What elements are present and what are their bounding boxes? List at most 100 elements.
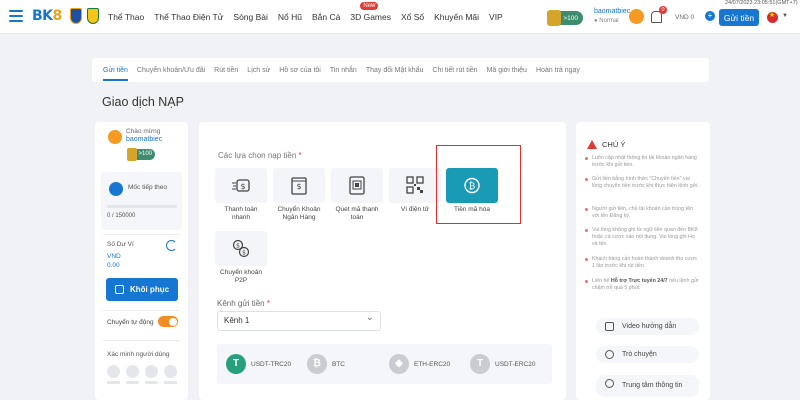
divider xyxy=(103,310,180,311)
method-label: Quét mã thanh toán xyxy=(335,206,379,221)
avatar[interactable] xyxy=(629,9,644,24)
milestone-label: Mốc tiếp theo xyxy=(128,184,168,191)
top-header: BK8 Thể Thao Thể Thao Điện Tử Sòng Bài N… xyxy=(0,0,800,34)
coin-options: T USDT-TRC20 ₿ BTC ◆ ETH-ERC20 T USDT-ERC20 xyxy=(217,344,552,384)
verify-caption xyxy=(164,381,177,384)
tab-profile[interactable]: Hồ sơ của tôi xyxy=(279,67,321,74)
info-center-button[interactable]: Trung tâm thông tin xyxy=(596,375,699,397)
tab-transfer[interactable]: Chuyển khoản/Ưu đãi xyxy=(137,67,205,74)
milestone-value: 0 / 150000 xyxy=(107,213,136,219)
method-fast-payment[interactable]: $ Thanh toán nhanh xyxy=(215,168,267,222)
deposit-button[interactable]: Gửi tiền xyxy=(719,9,759,26)
auto-transfer-label: Chuyển tự động xyxy=(107,319,154,326)
menu-icon[interactable] xyxy=(9,10,23,22)
method-bank-transfer[interactable]: $ Chuyển Khoản Ngân Hàng xyxy=(273,168,325,222)
bank-verify-icon[interactable] xyxy=(164,365,177,378)
add-funds-icon[interactable]: + xyxy=(705,11,715,21)
coin-eth-erc20[interactable]: ◆ ETH-ERC20 xyxy=(389,354,450,374)
method-label: Ví điện tử xyxy=(400,206,430,213)
wallet-currency: VND xyxy=(107,253,121,260)
ethereum-icon: ◆ xyxy=(389,354,409,374)
notice-item: Vui lòng không ghi từ ngữ liên quan đến … xyxy=(585,227,700,248)
restore-icon xyxy=(114,285,124,294)
nav-3d-games[interactable]: 3D Games New xyxy=(350,2,391,22)
milestone-progress-bar xyxy=(107,205,177,208)
verify-label: Xác minh người dùng xyxy=(107,351,170,358)
tab-change-password[interactable]: Thay đổi Mật khẩu xyxy=(366,67,424,74)
header-username[interactable]: baomatbiec xyxy=(594,8,630,15)
milestone-box: Mốc tiếp theo 0 / 150000 xyxy=(101,172,182,230)
info-icon xyxy=(605,379,614,388)
qr-wallet-icon xyxy=(406,176,424,194)
chat-icon xyxy=(605,350,614,359)
divider xyxy=(103,340,180,341)
notice-item: Khách hàng cần hoàn thành doanh thu cược… xyxy=(585,256,700,270)
method-p2p[interactable]: $ $ Chuyển khoản P2P xyxy=(215,231,267,285)
chat-button[interactable]: Trò chuyện xyxy=(596,346,699,363)
nav-lottery[interactable]: Xổ Số xyxy=(401,12,424,22)
notice-item: Người gửi tiền, chủ tài khoản cần trùng … xyxy=(585,206,700,220)
notification-count: 0 xyxy=(659,6,667,14)
email-verify-icon[interactable] xyxy=(126,365,139,378)
auto-transfer-toggle[interactable] xyxy=(158,316,178,327)
nav-vip[interactable]: VIP xyxy=(489,12,503,22)
nav-fishing[interactable]: Bắn Cá xyxy=(312,12,340,22)
coin-usdt-trc20[interactable]: T USDT-TRC20 xyxy=(226,354,291,374)
verify-caption xyxy=(126,381,139,384)
tether-icon: T xyxy=(226,354,246,374)
channel-select[interactable]: Kênh 1 xyxy=(217,309,381,331)
fast-payment-icon: $ xyxy=(232,179,250,192)
tab-messages[interactable]: Tin nhắn xyxy=(330,67,357,74)
divider xyxy=(103,234,180,235)
selected-method-highlight xyxy=(436,145,521,224)
tab-withdraw[interactable]: Rút tiền xyxy=(214,67,238,74)
level-badge: >100 xyxy=(547,10,583,26)
avatar xyxy=(108,130,122,144)
scan-code-icon xyxy=(349,176,365,195)
tab-withdraw-details[interactable]: Chi tiết rút tiền xyxy=(432,67,477,74)
svg-text:$: $ xyxy=(240,182,245,191)
phone-verify-icon[interactable] xyxy=(107,365,120,378)
tab-referral[interactable]: Mã giới thiệu xyxy=(487,67,527,74)
tab-rebate[interactable]: Hoàn trả ngay xyxy=(536,67,580,74)
welcome-text: Chào mừng xyxy=(126,128,161,135)
restore-button[interactable]: Khôi phục xyxy=(106,278,178,301)
nav-casino[interactable]: Sòng Bài xyxy=(233,12,268,22)
drop-icon xyxy=(109,182,123,196)
sponsor-crest-icon xyxy=(87,8,99,24)
logo[interactable]: BK8 xyxy=(32,8,62,24)
wallet-balance: 0.00 xyxy=(107,262,120,269)
level-badge: >100 xyxy=(127,148,155,161)
notice-item: Luôn cập nhật thông tin tài khoản ngân h… xyxy=(585,155,700,169)
chevron-down-icon[interactable]: ▼ xyxy=(782,13,788,19)
coin-usdt-erc20[interactable]: T USDT-ERC20 xyxy=(470,354,535,374)
vietnam-flag-icon[interactable] xyxy=(767,11,778,23)
nav-promotions[interactable]: Khuyến Mãi xyxy=(434,12,479,22)
method-e-wallet[interactable]: Ví điện tử xyxy=(389,168,441,214)
nav-sports[interactable]: Thể Thao xyxy=(108,12,144,22)
nav-esports[interactable]: Thể Thao Điện Tử xyxy=(154,12,223,22)
tab-deposit[interactable]: Gửi tiền xyxy=(103,67,128,81)
nav-slots[interactable]: Nổ Hũ xyxy=(278,12,302,22)
video-guide-button[interactable]: Video hướng dẫn xyxy=(596,318,699,335)
wallet-balance-label: Số Dư Ví xyxy=(107,241,134,248)
notice-title: CHÚ Ý xyxy=(602,140,626,149)
refresh-icon[interactable] xyxy=(166,240,177,251)
id-verify-icon[interactable] xyxy=(145,365,158,378)
header-balance: VND 0 xyxy=(675,14,695,21)
bitcoin-icon: ₿ xyxy=(307,354,327,374)
verify-caption xyxy=(107,381,120,384)
tab-history[interactable]: Lịch sử xyxy=(247,67,270,74)
account-tabs: Gửi tiền Chuyển khoản/Ưu đãi Rút tiền Lị… xyxy=(92,58,709,82)
deposit-options-label: Các lựa chọn nạp tiền * xyxy=(218,151,302,160)
coin-btc[interactable]: ₿ BTC xyxy=(307,354,345,374)
method-scan-pay[interactable]: Quét mã thanh toán xyxy=(331,168,383,222)
svg-text:$: $ xyxy=(236,243,240,250)
page-title: Giao dịch NẠP xyxy=(102,95,184,109)
channel-label: Kênh gửi tiền * xyxy=(217,299,270,308)
bank-icon: $ xyxy=(291,177,307,195)
verify-caption xyxy=(145,381,158,384)
p2p-icon: $$ xyxy=(232,239,250,258)
datetime: 24/07/2023 23:05:51(GMT+7) xyxy=(725,0,798,6)
new-badge: New xyxy=(360,2,379,10)
